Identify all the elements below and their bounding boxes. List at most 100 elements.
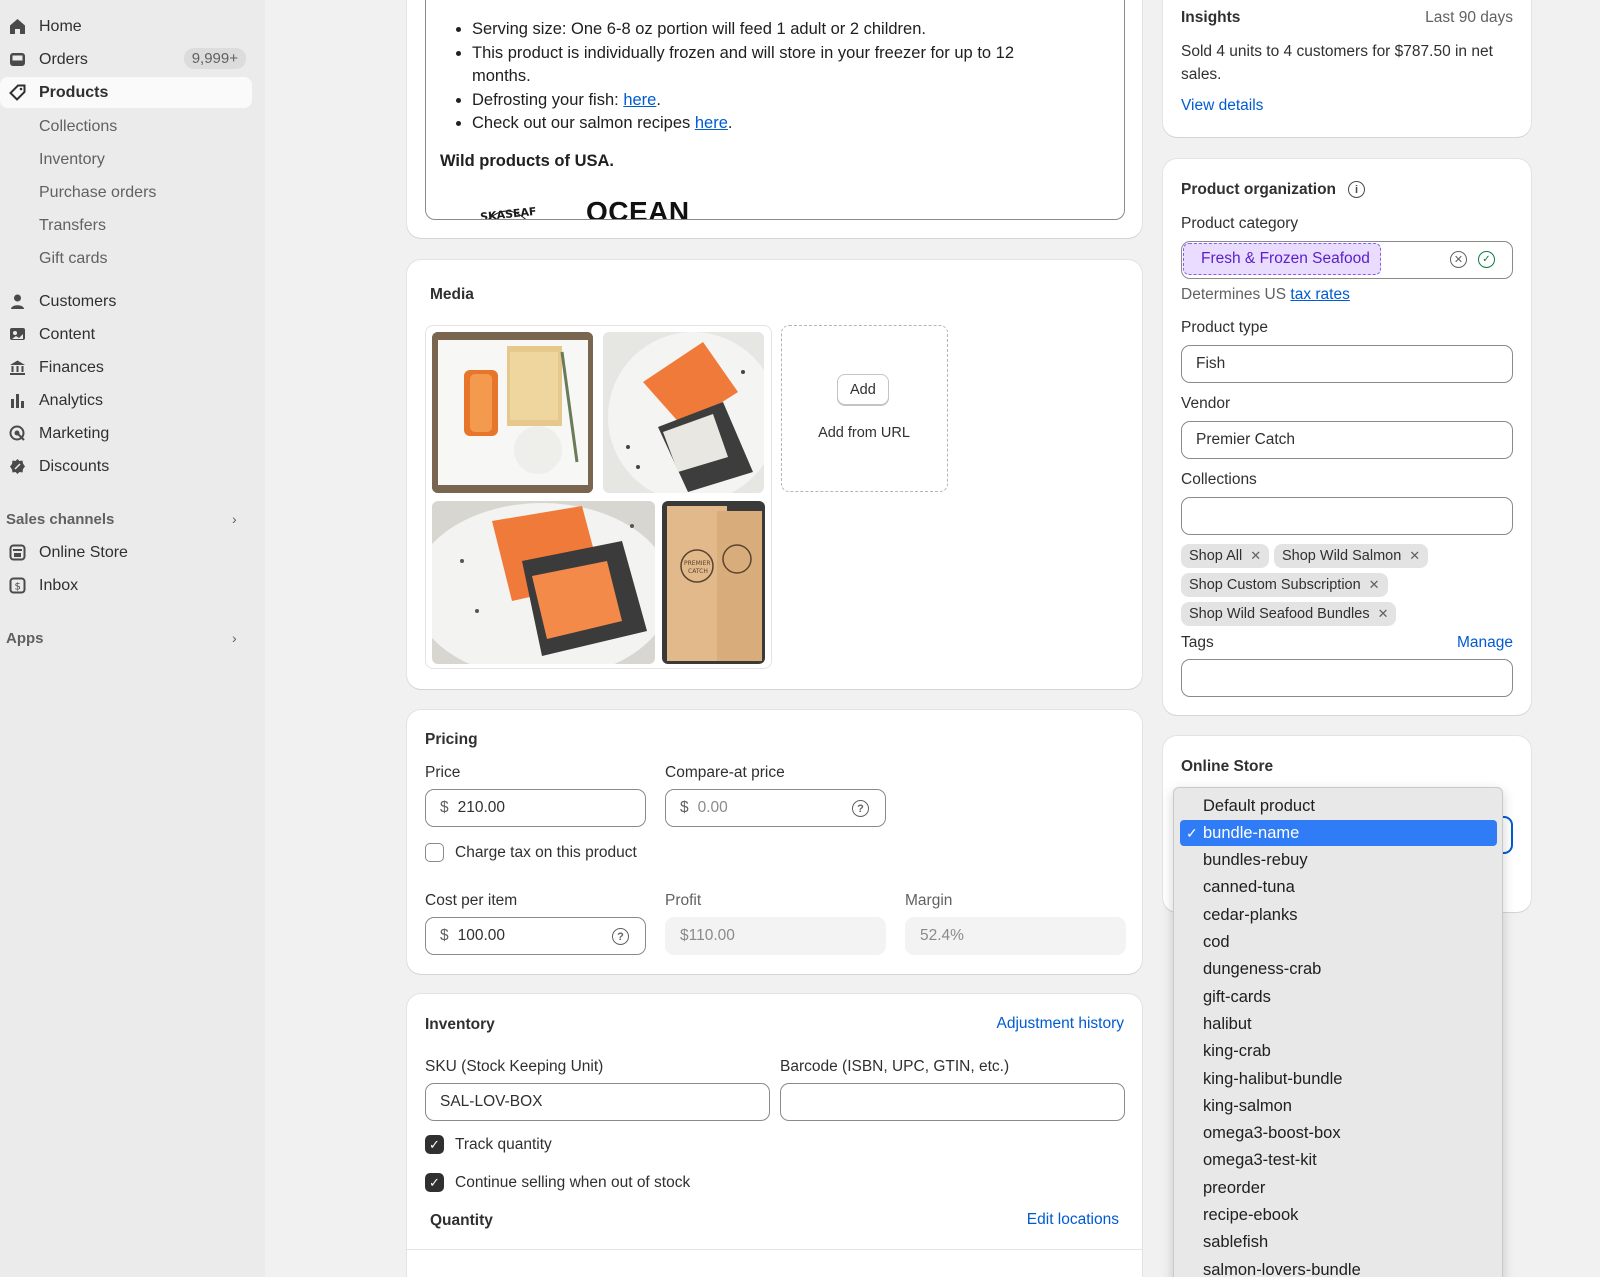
discount-icon bbox=[8, 457, 27, 476]
nav-purchase-orders[interactable]: Purchase orders bbox=[39, 184, 156, 202]
dropdown-option[interactable]: Default product bbox=[1180, 793, 1497, 819]
bullet-defrost-text: Defrosting your fish: bbox=[472, 90, 624, 109]
category-input[interactable]: Fresh & Frozen Seafood ✕ ✓ bbox=[1181, 241, 1513, 279]
dropdown-option[interactable]: preorder bbox=[1180, 1175, 1497, 1201]
track-quantity-checkbox[interactable]: ✓ bbox=[425, 1135, 444, 1154]
nav-analytics[interactable]: Analytics bbox=[0, 385, 252, 416]
bullet-recipes: Check out our salmon recipes here. bbox=[472, 112, 1072, 136]
vendor-input[interactable]: Premier Catch bbox=[1181, 421, 1513, 459]
dropdown-option[interactable]: king-salmon bbox=[1180, 1093, 1497, 1119]
product-type-input[interactable]: Fish bbox=[1181, 345, 1513, 383]
check-circle-icon[interactable]: ✓ bbox=[1478, 251, 1495, 268]
dropdown-option[interactable]: ✓ bundle-name bbox=[1180, 820, 1497, 847]
svg-text:CATCH: CATCH bbox=[688, 568, 708, 575]
apps-heading[interactable]: Apps bbox=[6, 630, 44, 647]
dropdown-option[interactable]: omega3-boost-box bbox=[1180, 1121, 1497, 1147]
dropdown-option[interactable]: gift-cards bbox=[1180, 984, 1497, 1010]
nav-home-label: Home bbox=[39, 17, 82, 35]
dropdown-option[interactable]: omega3-test-kit bbox=[1180, 1148, 1497, 1174]
nav-home[interactable]: Home bbox=[0, 11, 252, 42]
product-image-4[interactable]: PREMIER CATCH bbox=[662, 501, 765, 664]
tags-input[interactable] bbox=[1181, 659, 1513, 697]
nav-content[interactable]: Content bbox=[0, 319, 252, 350]
nav-inbox[interactable]: $ Inbox bbox=[0, 570, 252, 601]
bank-icon bbox=[8, 358, 27, 377]
nav-marketing[interactable]: Marketing bbox=[0, 418, 252, 449]
dropdown-option-label: king-crab bbox=[1203, 1042, 1271, 1061]
info-icon[interactable]: i bbox=[1348, 181, 1365, 198]
remove-icon[interactable]: ✕ bbox=[1369, 577, 1380, 593]
bullet-frozen: This product is individually frozen and … bbox=[472, 42, 1072, 89]
nav-discounts[interactable]: Discounts bbox=[0, 451, 252, 482]
dropdown-option[interactable]: bundles-rebuy bbox=[1180, 848, 1497, 874]
view-details-link[interactable]: View details bbox=[1181, 97, 1263, 115]
media-card: Media PREMIER CATCH Add Add from URL bbox=[407, 260, 1142, 689]
cost-per-item-input[interactable]: $ 100.00 ? bbox=[425, 917, 646, 955]
dropdown-option[interactable]: king-crab bbox=[1180, 1039, 1497, 1065]
product-image-2[interactable] bbox=[603, 332, 764, 493]
charge-tax-checkbox[interactable] bbox=[425, 843, 444, 862]
determines-text: Determines US tax rates bbox=[1181, 286, 1350, 304]
dropdown-option[interactable]: halibut bbox=[1180, 1011, 1497, 1037]
edit-locations-link[interactable]: Edit locations bbox=[1027, 1211, 1119, 1229]
dropdown-option[interactable]: dungeness-crab bbox=[1180, 957, 1497, 983]
dropdown-option-label: bundle-name bbox=[1203, 823, 1300, 842]
remove-icon[interactable]: ✕ bbox=[1250, 548, 1261, 564]
bullet-recipes-text: Check out our salmon recipes bbox=[472, 114, 695, 132]
dropdown-option[interactable]: salmon-lovers-bundle bbox=[1180, 1257, 1497, 1277]
description-editor[interactable]: Serving size: One 6-8 oz portion will fe… bbox=[425, 0, 1125, 220]
nav-finances[interactable]: Finances bbox=[0, 352, 252, 383]
defrost-link[interactable]: here bbox=[623, 91, 656, 109]
remove-icon[interactable]: ✕ bbox=[1409, 548, 1420, 564]
dropdown-option[interactable]: recipe-ebook bbox=[1180, 1203, 1497, 1229]
price-input[interactable]: $ 210.00 bbox=[425, 789, 646, 827]
product-image-1[interactable] bbox=[432, 332, 593, 493]
dropdown-option-label: sablefish bbox=[1203, 1233, 1269, 1252]
compare-price-label: Compare-at price bbox=[665, 764, 785, 781]
insights-summary: Sold 4 units to 4 customers for $787.50 … bbox=[1181, 43, 1493, 83]
add-from-url-link[interactable]: Add from URL bbox=[782, 425, 946, 441]
nav-analytics-label: Analytics bbox=[39, 391, 104, 409]
help-icon[interactable]: ? bbox=[852, 800, 869, 817]
bullet-serving: Serving size: One 6-8 oz portion will fe… bbox=[472, 18, 1072, 42]
continue-selling-checkbox[interactable]: ✓ bbox=[425, 1173, 444, 1192]
nav-orders[interactable]: Orders 9,999+ bbox=[0, 44, 252, 75]
dropdown-option[interactable]: cedar-planks bbox=[1180, 902, 1497, 928]
tax-rates-link[interactable]: tax rates bbox=[1290, 286, 1349, 303]
dropdown-option[interactable]: cod bbox=[1180, 930, 1497, 956]
clear-icon[interactable]: ✕ bbox=[1450, 251, 1467, 268]
add-media-button[interactable]: Add bbox=[837, 374, 889, 405]
sku-input[interactable]: SAL-LOV-BOX bbox=[425, 1083, 770, 1121]
nav-customers[interactable]: Customers bbox=[0, 286, 252, 317]
compare-price-input[interactable]: $ 0.00 ? bbox=[665, 789, 886, 827]
media-dropzone[interactable]: Add Add from URL bbox=[781, 325, 948, 492]
adjustment-history-link[interactable]: Adjustment history bbox=[997, 1015, 1125, 1033]
collections-input[interactable] bbox=[1181, 497, 1513, 535]
recipes-link[interactable]: here bbox=[695, 114, 728, 132]
nav-transfers[interactable]: Transfers bbox=[39, 217, 106, 235]
remove-icon[interactable]: ✕ bbox=[1378, 606, 1389, 622]
help-icon[interactable]: ? bbox=[612, 928, 629, 945]
nav-inventory[interactable]: Inventory bbox=[39, 151, 105, 169]
nav-online-store[interactable]: Online Store bbox=[0, 537, 252, 568]
manage-tags-link[interactable]: Manage bbox=[1457, 634, 1513, 652]
chevron-right-icon[interactable]: › bbox=[232, 511, 237, 527]
product-image-3[interactable] bbox=[432, 501, 655, 664]
dropdown-option[interactable]: sablefish bbox=[1180, 1230, 1497, 1256]
collection-chip: Shop Wild Salmon ✕ bbox=[1274, 544, 1429, 568]
svg-text:PREMIER: PREMIER bbox=[684, 560, 710, 567]
barcode-input[interactable] bbox=[780, 1083, 1125, 1121]
nav-products[interactable]: Products bbox=[0, 77, 252, 108]
category-tag: Fresh & Frozen Seafood bbox=[1183, 243, 1381, 275]
chevron-right-icon[interactable]: › bbox=[232, 630, 237, 646]
checkmark-icon: ✓ bbox=[1186, 824, 1198, 841]
nav-gift-cards[interactable]: Gift cards bbox=[39, 250, 107, 268]
dropdown-option[interactable]: canned-tuna bbox=[1180, 875, 1497, 901]
sidebar: Home Orders 9,999+ Products Collections … bbox=[0, 0, 265, 1277]
nav-collections[interactable]: Collections bbox=[39, 118, 117, 136]
inventory-card: Inventory Adjustment history SKU (Stock … bbox=[407, 994, 1142, 1277]
dropdown-option[interactable]: king-halibut-bundle bbox=[1180, 1066, 1497, 1092]
collection-chip-label: Shop Wild Salmon bbox=[1282, 548, 1402, 564]
sales-channels-heading[interactable]: Sales channels bbox=[6, 511, 114, 528]
insights-period: Last 90 days bbox=[1425, 9, 1513, 26]
